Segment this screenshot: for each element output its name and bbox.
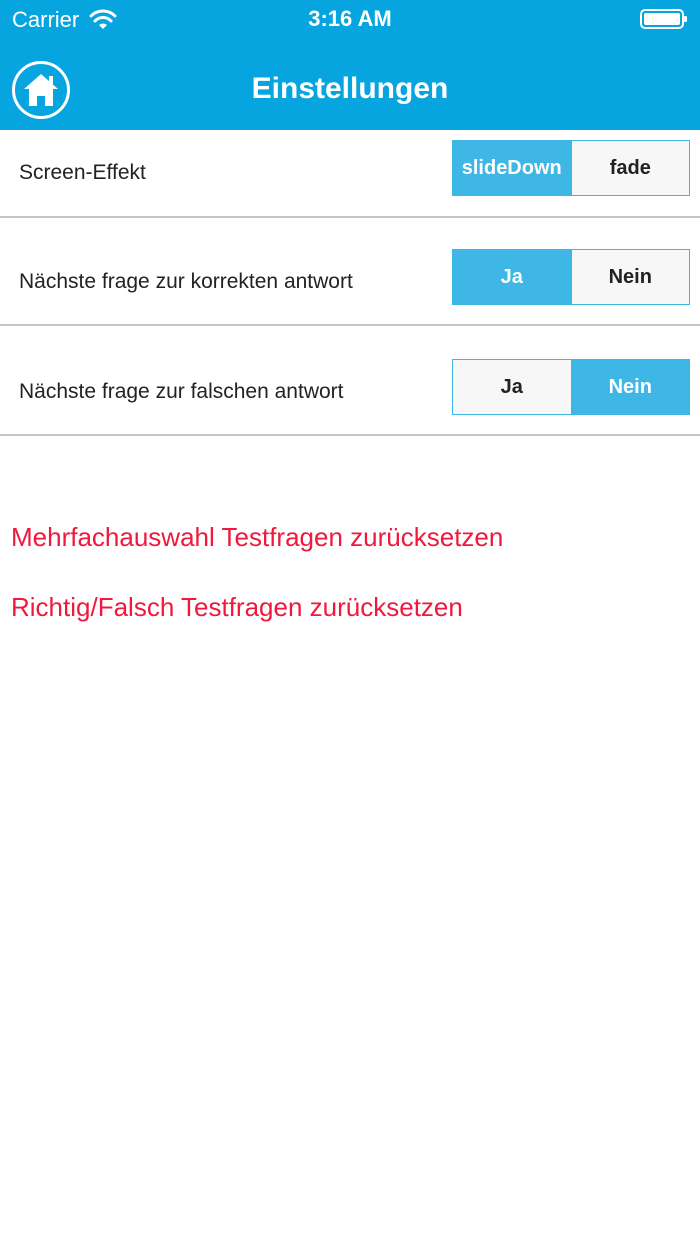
- setting-row-next-on-wrong: Nächste frage zur falschen antwort Ja Ne…: [0, 328, 700, 436]
- setting-label: Screen-Effekt: [19, 161, 146, 184]
- reset-true-false-button[interactable]: Richtig/Falsch Testfragen zurücksetzen: [11, 592, 463, 623]
- segment-fade[interactable]: fade: [570, 141, 689, 195]
- segment-slidedown[interactable]: slideDown: [453, 141, 571, 195]
- setting-row-screen-effect: Screen-Effekt slideDown fade: [0, 110, 700, 218]
- status-bar: Carrier 3:16 AM: [0, 0, 700, 40]
- setting-label: Nächste frage zur falschen antwort: [19, 380, 344, 403]
- segment-ja[interactable]: Ja: [453, 360, 571, 414]
- reset-multiple-choice-button[interactable]: Mehrfachauswahl Testfragen zurücksetzen: [11, 522, 503, 553]
- segment-ja[interactable]: Ja: [453, 250, 571, 304]
- segment-nein[interactable]: Nein: [570, 360, 689, 414]
- next-on-correct-segmented-control: Ja Nein: [452, 249, 690, 305]
- screen-effect-segmented-control: slideDown fade: [452, 140, 690, 196]
- page-title: Einstellungen: [251, 72, 449, 105]
- setting-label: Nächste frage zur korrekten antwort: [19, 270, 353, 293]
- status-time: 3:16 AM: [308, 6, 392, 31]
- setting-row-next-on-correct: Nächste frage zur korrekten antwort Ja N…: [0, 218, 700, 326]
- battery-icon: [640, 9, 687, 29]
- next-on-wrong-segmented-control: Ja Nein: [452, 359, 690, 415]
- segment-nein[interactable]: Nein: [570, 250, 689, 304]
